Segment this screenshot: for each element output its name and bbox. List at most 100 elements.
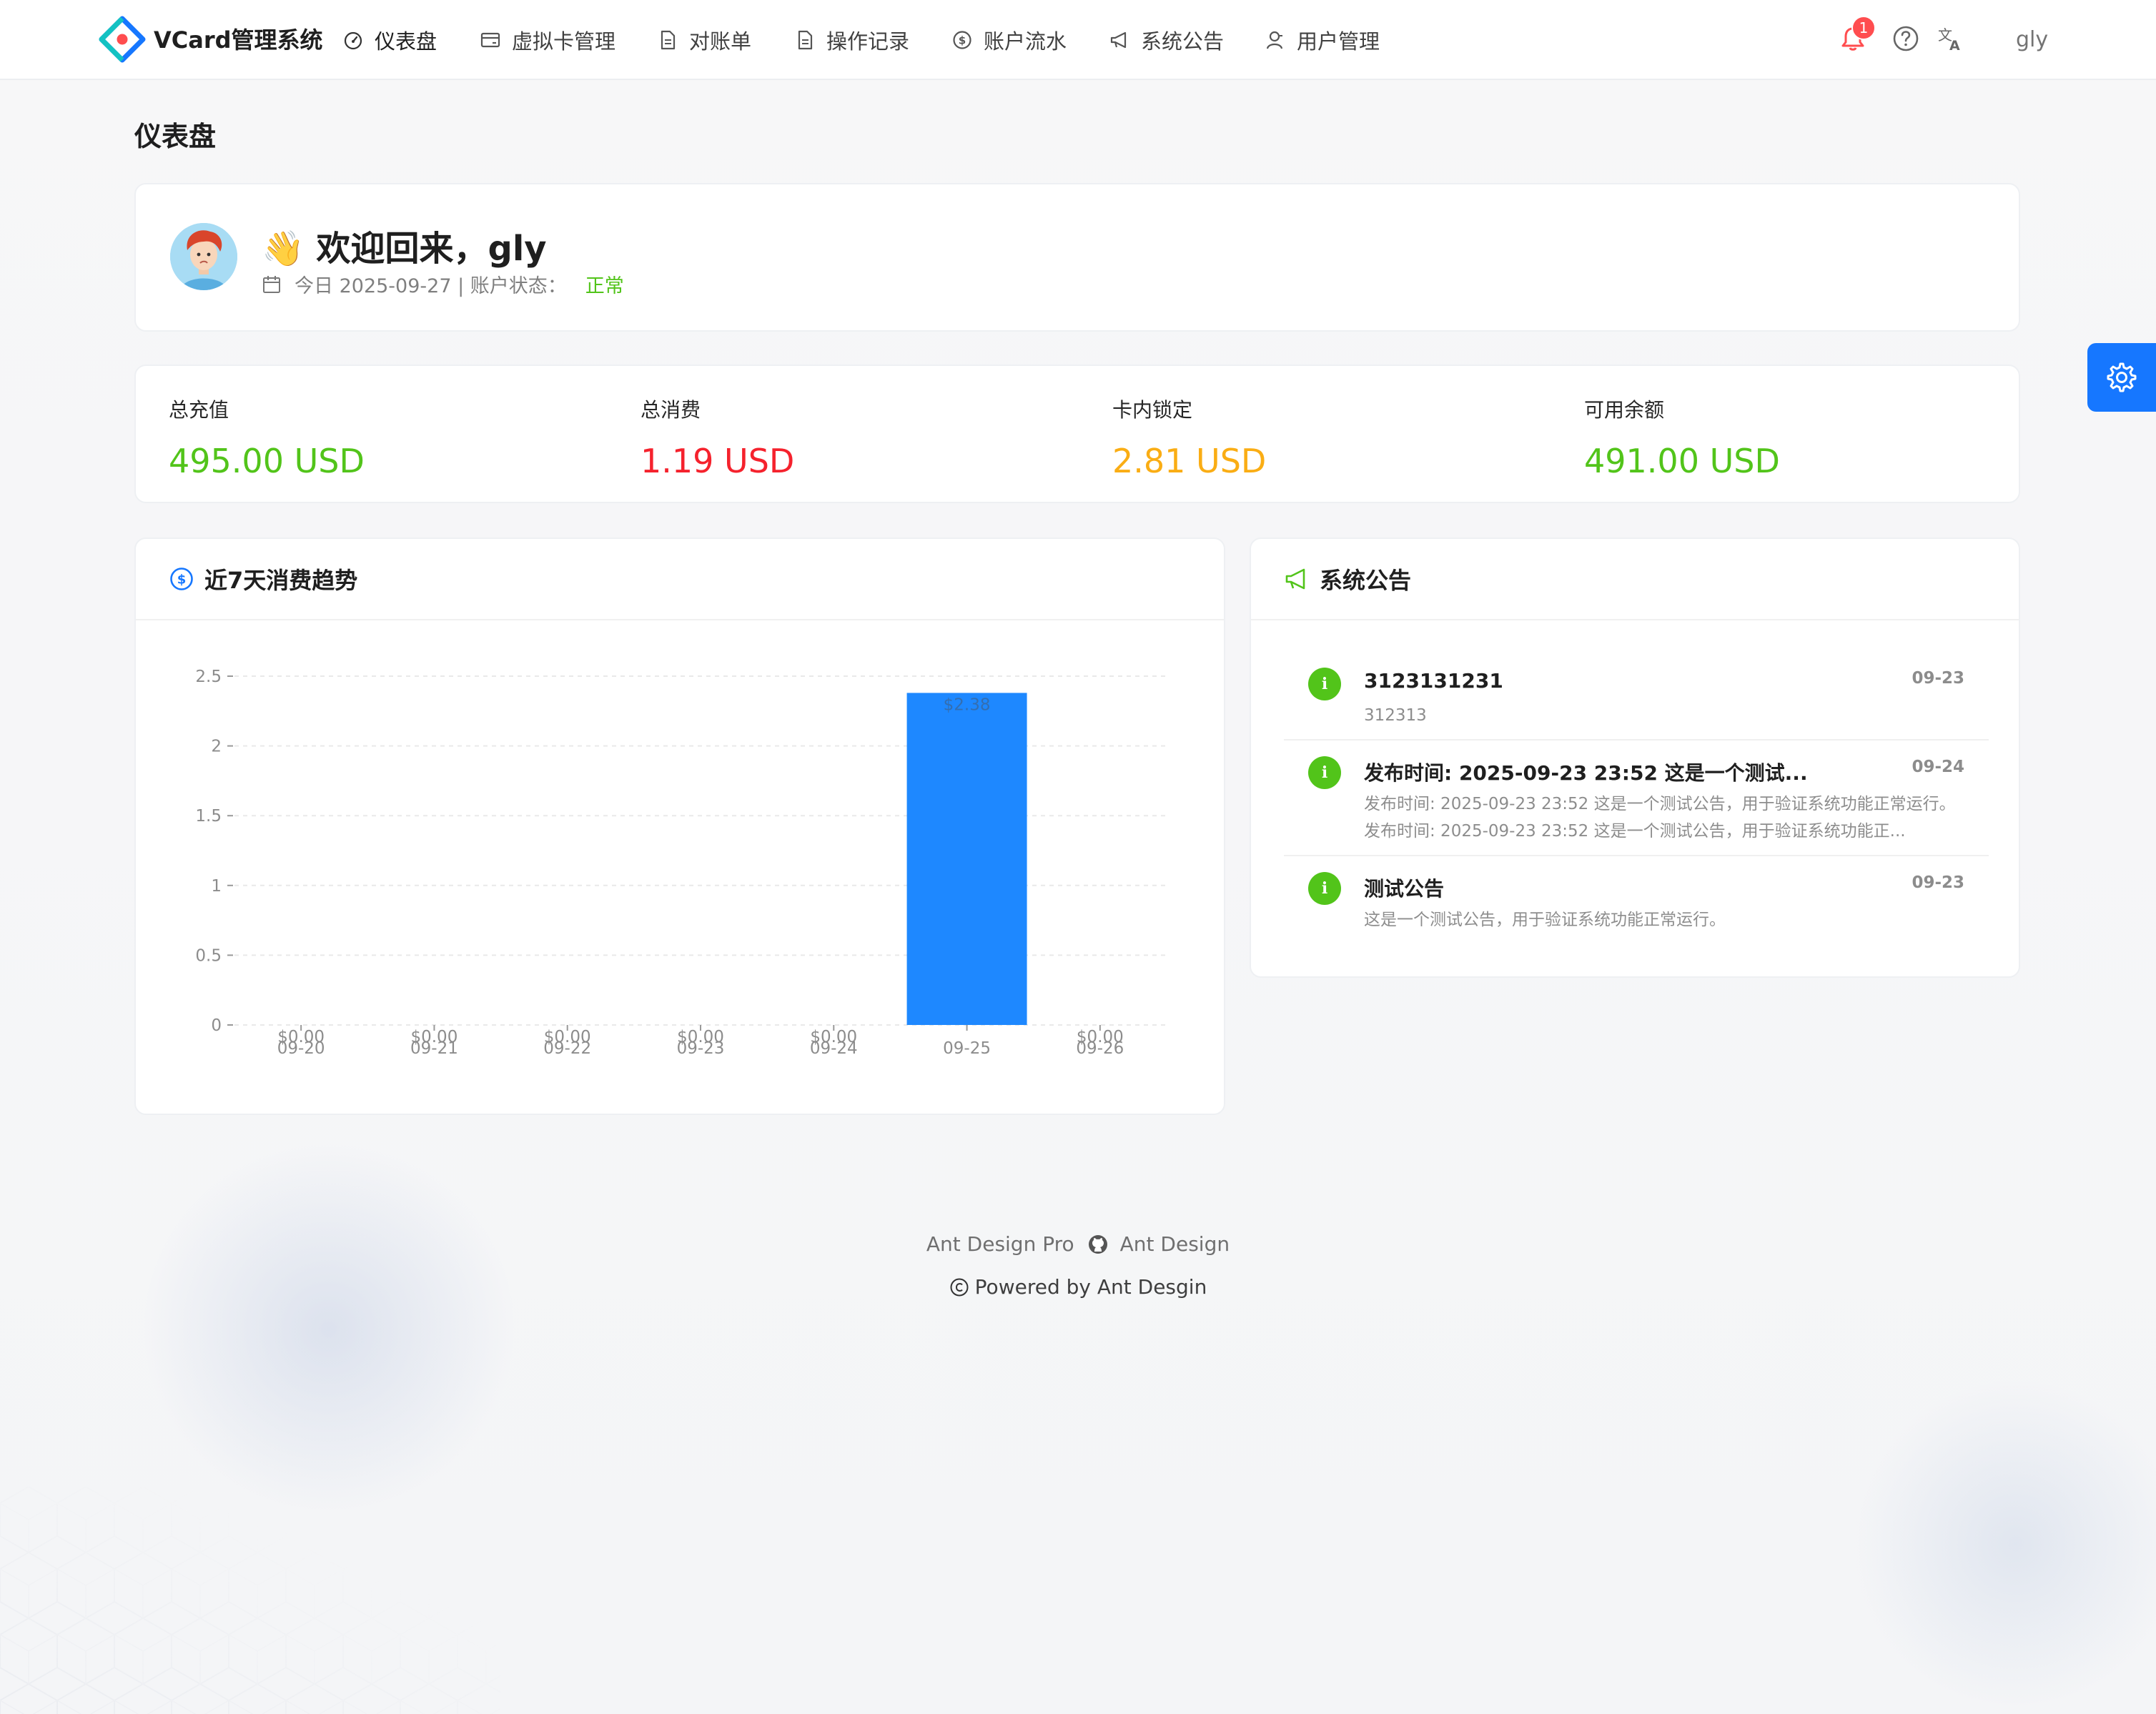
announcement-item[interactable]: i 3123131231 09-23 312313 [1284,646,1989,725]
announcement-date: 09-24 [1912,758,1964,776]
file-text-icon [798,30,813,50]
announcement-title[interactable]: 3123131231 [1364,669,1864,693]
announcements-title: 系统公告 [1320,567,1412,594]
welcome-date-text: 今日 2025-09-27 | 账户状态： [295,275,567,297]
nav-item-account-flow[interactable]: $ 账户流水 [952,24,1067,56]
svg-text:A: A [1949,38,1960,53]
x-tick-label: 09-26 [1076,1039,1124,1058]
welcome-subtitle: 今日 2025-09-27 | 账户状态： 正常 [262,270,624,298]
info-icon: i [1308,756,1341,789]
dollar-icon: $ [953,31,971,49]
nav-item-label: 虚拟卡管理 [512,29,616,54]
x-tick-label: 09-21 [410,1039,458,1058]
page-title: 仪表盘 [134,121,217,152]
stat-label: 总充值 [169,398,229,422]
hexagon-pattern-decoration [0,1487,500,1714]
stat-value: 2.81 USD [1112,442,1267,480]
file-text-icon [661,30,676,50]
top-navbar: VCard管理系统 仪表盘 虚拟卡管理 对账单 操作记录 $ 账户流水 系统公告… [0,0,2156,80]
nav-item-label: 用户管理 [1297,29,1380,54]
x-tick-label: 09-24 [810,1039,858,1058]
gear-icon [2107,362,2137,392]
x-tick-label: 09-23 [677,1039,725,1058]
stat-total-spend: 总消费 1.19 USD [641,395,794,480]
svg-text:$: $ [177,573,187,588]
spending-trend-title: 近7天消费趋势 [204,567,358,594]
stat-label: 卡内锁定 [1112,398,1193,422]
user-icon [1266,31,1283,49]
nav-item-announcements[interactable]: 系统公告 [1109,24,1224,56]
vcard-logo-icon[interactable] [99,16,146,63]
nav-item-label: 仪表盘 [375,29,437,54]
announcement-title[interactable]: 发布时间: 2025-09-23 23:52 这是一个测试... [1364,758,1864,786]
footer-link-ant-design-pro[interactable]: Ant Design Pro [926,1232,1074,1256]
announcement-desc: 312313 [1364,706,1427,725]
bar [906,693,1027,1025]
stats-card: 总充值 495.00 USD 总消费 1.19 USD 卡内锁定 2.81 US… [134,365,2020,503]
dashboard-icon [344,31,362,50]
x-tick-label: 09-25 [943,1039,991,1058]
nav-item-virtual-cards[interactable]: 虚拟卡管理 [480,24,615,56]
nav-item-label: 操作记录 [826,29,910,54]
translate-icon[interactable]: 文 A [1936,24,1964,53]
x-tick-label: 09-20 [277,1039,325,1058]
stat-value: 491.00 USD [1584,442,1780,480]
announcement-desc: 这是一个测试公告，用于验证系统功能正常运行。 [1364,911,1726,929]
svg-text:$: $ [959,34,966,47]
app-title[interactable]: VCard管理系统 [154,20,323,60]
credit-card-icon [480,32,500,48]
nav-item-operation-logs[interactable]: 操作记录 [795,24,909,56]
settings-drawer-button[interactable] [2087,343,2156,412]
stat-value: 1.19 USD [641,442,795,480]
announcement-title[interactable]: 测试公告 [1364,873,1864,902]
stat-label: 可用余额 [1584,398,1665,422]
announcement-item[interactable]: i 发布时间: 2025-09-23 23:52 这是一个测试... 09-24… [1284,740,1989,855]
spending-trend-chart: 00.511.522.5$0.0009-20$0.0009-21$0.0009-… [195,668,1167,1058]
y-tick-label: 2.5 [195,668,222,686]
header-user-name[interactable]: gly [2016,27,2048,52]
x-tick-label: 09-22 [543,1039,591,1058]
github-icon[interactable] [1087,1234,1109,1255]
notification-badge: 1 [1851,16,1876,40]
stat-total-recharge: 总充值 495.00 USD [169,395,365,480]
calendar-icon [263,275,280,293]
y-tick-label: 2 [211,738,222,756]
stat-label: 总消费 [641,398,701,422]
bar-data-label: $2.38 [944,695,991,714]
spending-trend-header: $ 近7天消费趋势 [136,539,1224,620]
stat-value: 495.00 USD [169,442,365,480]
account-status-value: 正常 [585,275,624,297]
announcements-card: 系统公告 i 3123131231 09-23 312313 i 发布时间: 2… [1250,538,2020,978]
stat-card-locked: 卡内锁定 2.81 USD [1112,395,1266,480]
notification-icon [1285,568,1305,590]
announcement-date: 09-23 [1912,873,1964,892]
announcement-item[interactable]: i 测试公告 09-23 这是一个测试公告，用于验证系统功能正常运行。 [1284,856,1989,942]
question-circle-icon[interactable] [1892,24,1920,53]
welcome-card: 👋 欢迎回来，gly 今日 2025-09-27 | 账户状态： 正常 [134,183,2020,332]
nav-item-user-management[interactable]: 用户管理 [1265,24,1380,56]
announcement-date: 09-23 [1912,669,1964,688]
nav-item-dashboard[interactable]: 仪表盘 [343,24,437,56]
welcome-greeting: 👋 欢迎回来，gly [262,229,547,269]
nav-item-statements[interactable]: 对账单 [658,24,751,56]
nav-item-label: 账户流水 [984,29,1067,54]
announcements-header: 系统公告 [1251,539,2019,620]
y-tick-label: 0.5 [195,946,222,965]
dollar-circle-icon: $ [170,568,193,590]
info-icon: i [1308,668,1341,700]
copyright-icon [950,1278,969,1296]
footer-copyright: Powered by Ant Desgin [0,1275,2156,1299]
announcement-desc: 发布时间: 2025-09-23 23:52 这是一个测试公告，用于验证系统功能… [1364,795,1956,841]
y-tick-label: 1.5 [195,807,222,826]
spending-trend-card: $ 近7天消费趋势 0 0.5 1 1.5 2 2.5 $0.00 09-20 $0.00 09-… [134,538,1225,1115]
footer-links: Ant Design Pro Ant Design [0,1232,2156,1256]
nav-item-label: 系统公告 [1141,29,1225,54]
y-tick-label: 0 [211,1016,222,1035]
footer-copyright-text: Powered by Ant Desgin [974,1275,1207,1299]
avatar [170,223,237,290]
footer-link-ant-design[interactable]: Ant Design [1120,1232,1230,1256]
nav-item-label: 对账单 [689,29,752,54]
info-icon: i [1308,872,1341,905]
stat-available-balance: 可用余额 491.00 USD [1584,395,1780,480]
notification-icon [1110,31,1127,49]
